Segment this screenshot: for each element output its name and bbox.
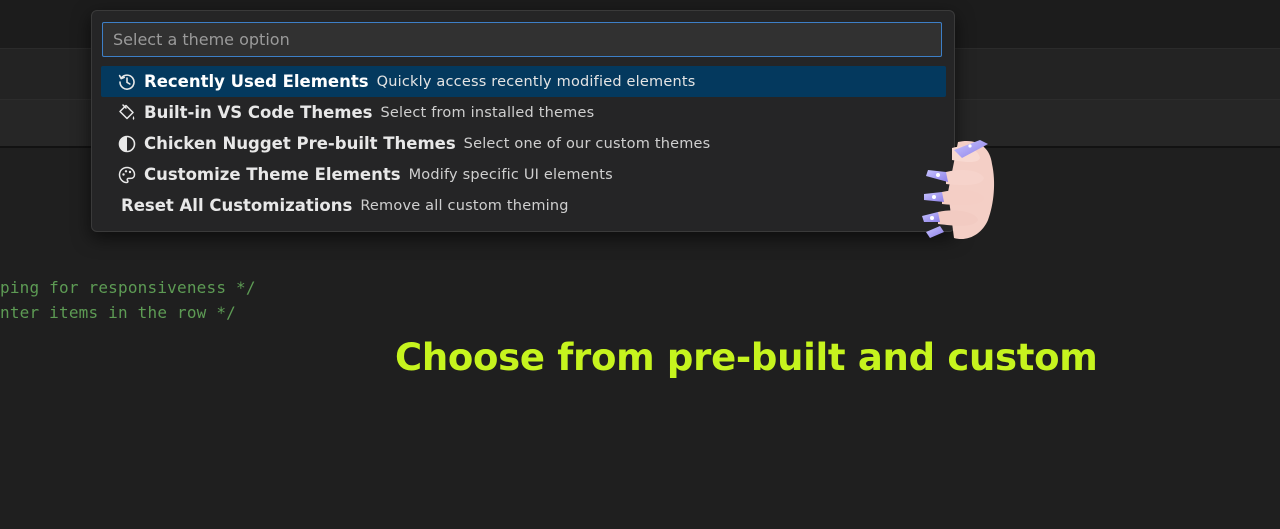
hand-nails-icon [922,140,995,240]
option-label: Reset All Customizations [121,196,353,215]
history-icon [117,72,137,92]
code-comment-line: ping for responsiveness */ [0,278,256,297]
contrast-icon [117,134,137,154]
option-description: Remove all custom theming [360,197,569,214]
option-prebuilt-themes[interactable]: Chicken Nugget Pre-built Themes Select o… [101,128,946,159]
code-comment-line: nter items in the row */ [0,303,236,322]
option-label: Built-in VS Code Themes [144,103,373,122]
screen: ping for responsiveness */ nter items in… [0,0,1280,529]
palette-icon [117,165,137,185]
option-description: Select one of our custom themes [463,135,711,152]
option-description: Modify specific UI elements [408,166,613,183]
search-input[interactable] [103,23,941,56]
option-description: Quickly access recently modified element… [376,73,696,90]
promo-caption: Choose from pre-built and custom [395,336,1098,379]
option-customize-elements[interactable]: Customize Theme Elements Modify specific… [101,159,946,190]
option-recently-used[interactable]: Recently Used Elements Quickly access re… [101,66,946,97]
option-list: Recently Used Elements Quickly access re… [101,66,946,221]
option-description: Select from installed themes [380,104,595,121]
paint-bucket-icon [117,103,137,123]
option-reset-customizations[interactable]: Reset All Customizations Remove all cust… [101,190,946,221]
option-builtin-themes[interactable]: Built-in VS Code Themes Select from inst… [101,97,946,128]
option-label: Customize Theme Elements [144,165,401,184]
quick-pick-palette: Recently Used Elements Quickly access re… [91,10,955,232]
option-label: Recently Used Elements [144,72,369,91]
search-box[interactable] [102,22,942,57]
option-label: Chicken Nugget Pre-built Themes [144,134,456,153]
